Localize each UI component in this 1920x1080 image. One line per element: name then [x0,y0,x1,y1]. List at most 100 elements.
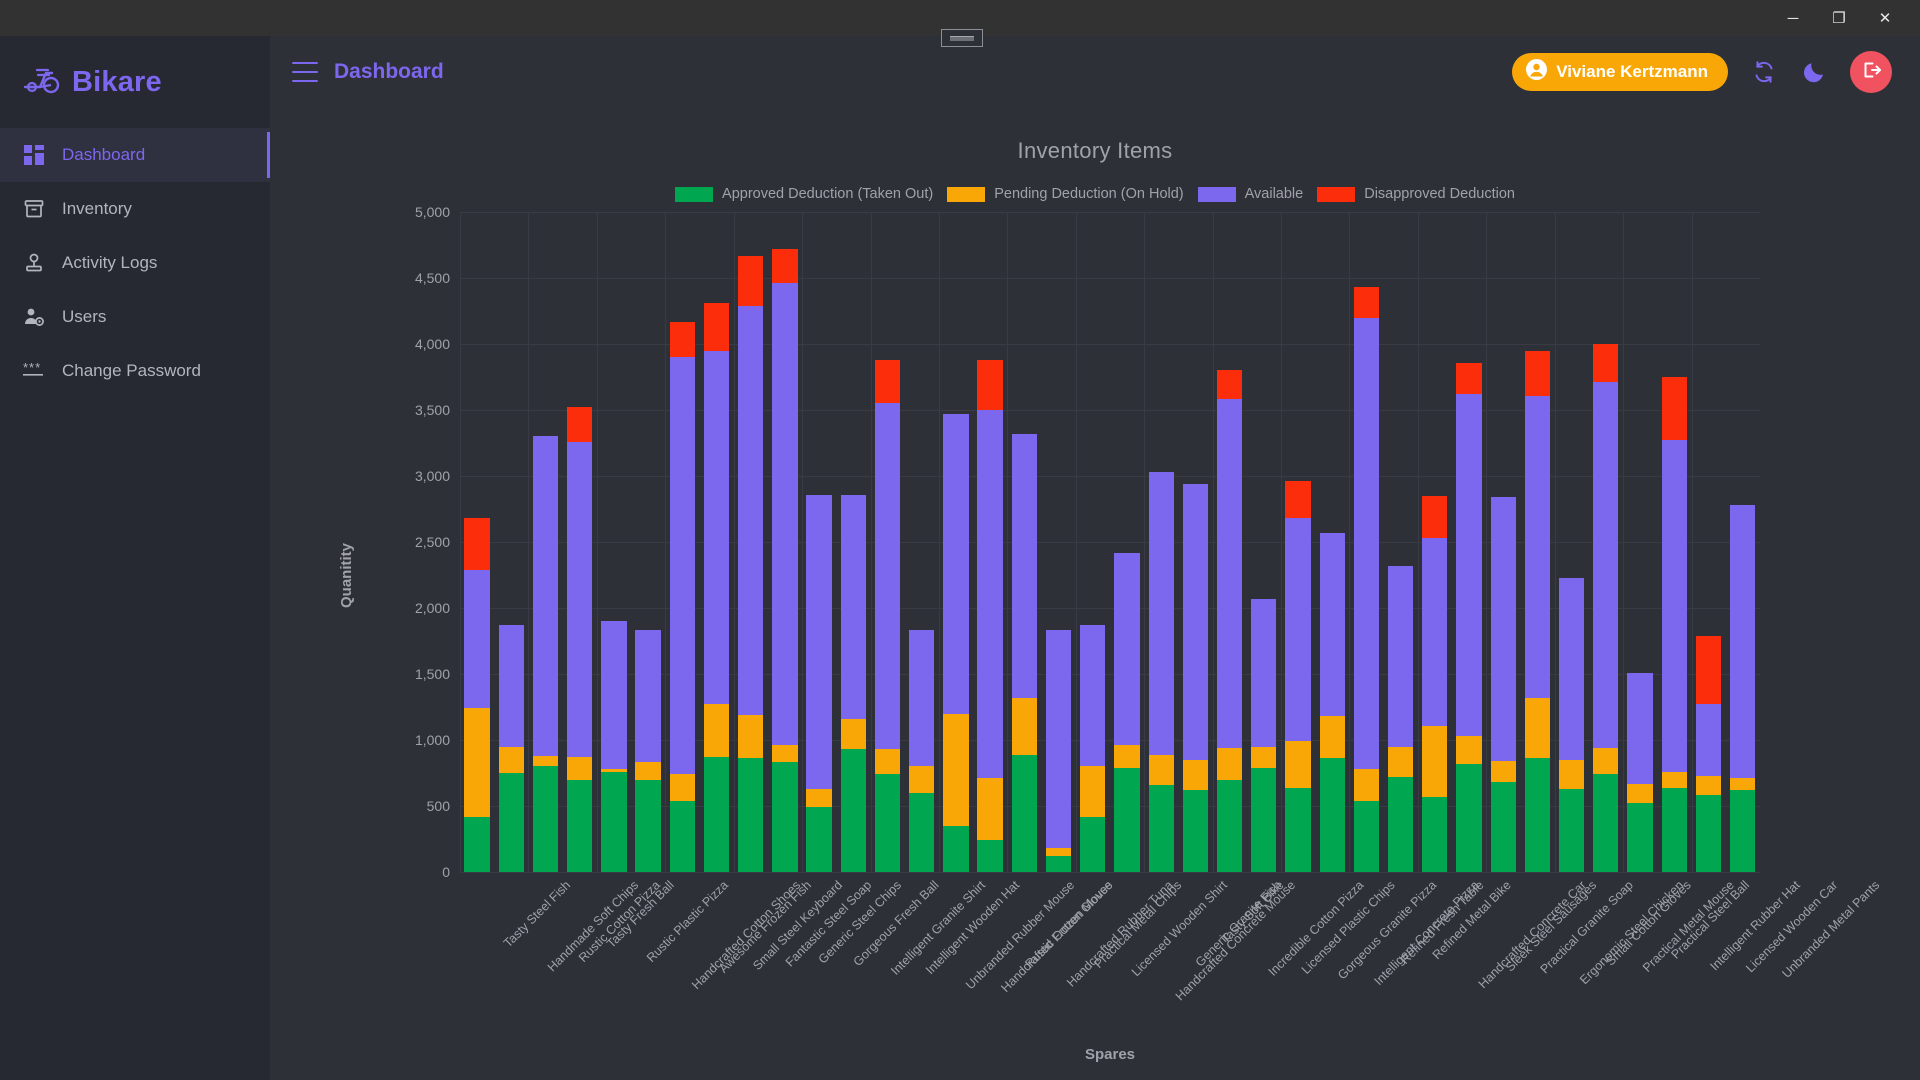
hamburger-icon[interactable] [292,62,318,82]
sidebar-item-inventory[interactable]: Inventory [0,182,270,236]
bar-segment-disapproved [1695,635,1722,705]
bar-segment-disapproved [567,407,593,442]
bar-stack[interactable] [1110,212,1144,872]
bar-segment-approved [1627,803,1653,872]
bar-segment-approved [567,779,593,872]
bar-stack[interactable] [836,212,870,872]
bar-stack[interactable] [939,212,973,872]
bar-segment-pending [1148,754,1174,785]
bar-segment-approved [806,807,832,872]
dashboard-grid-icon [22,143,46,167]
y-axis-tick-label: 5,000 [414,204,450,220]
bar-stack[interactable] [563,212,597,872]
y-axis-tick-label: 3,500 [414,402,450,418]
window-minimize-button[interactable]: ─ [1770,0,1816,36]
bar-segment-available [1080,625,1106,767]
refresh-icon[interactable] [1750,58,1778,86]
bar-segment-pending [1251,746,1277,768]
bar-segment-pending [977,778,1003,841]
sidebar-item-dashboard[interactable]: Dashboard [0,128,270,182]
bar-stack[interactable] [1691,212,1725,872]
bar-segment-approved [1216,779,1243,872]
bar-stack[interactable] [1520,212,1554,872]
logout-button[interactable] [1850,51,1892,93]
window-maximize-button[interactable]: ❐ [1816,0,1862,36]
bar-segment-disapproved [464,518,490,570]
bar-segment-approved [669,800,695,872]
moon-icon[interactable] [1800,58,1828,86]
sidebar-item-label: Change Password [62,361,201,380]
bar-stack[interactable] [494,212,528,872]
bar-segment-pending [943,713,969,826]
bar-segment-available [977,410,1003,779]
archive-box-icon [22,197,46,221]
bar-stack[interactable] [1726,212,1760,872]
bar-stack[interactable] [802,212,836,872]
bar-segment-pending [1729,778,1756,791]
bar-stack[interactable] [1144,212,1178,872]
y-axis-tick-label: 1,000 [414,732,450,748]
bar-stack[interactable] [1076,212,1110,872]
chart-panel: Inventory Items Approved Deduction (Take… [270,108,1920,1080]
bar-stack[interactable] [1418,212,1452,872]
bar-stack[interactable] [973,212,1007,872]
bar-segment-available [738,305,764,715]
bar-stack[interactable] [631,212,665,872]
bar-segment-pending [1114,745,1140,768]
window-close-button[interactable]: ✕ [1862,0,1908,36]
bar-segment-approved [1353,800,1380,872]
sidebar-item-change-password[interactable]: *** Change Password [0,344,270,398]
bar-segment-approved [1251,767,1277,872]
bar-stack[interactable] [1281,212,1315,872]
bar-stack[interactable] [1007,212,1041,872]
bar-stack[interactable] [1623,212,1657,872]
bar-segment-available [1524,395,1551,698]
bar-stack[interactable] [699,212,733,872]
bar-segment-pending [703,704,730,758]
bar-stack[interactable] [1555,212,1589,872]
bar-stack[interactable] [1178,212,1212,872]
bar-segment-pending [567,757,593,780]
user-chip-button[interactable]: Viviane Kertzmann [1512,53,1728,91]
bar-segment-available [874,403,901,750]
bar-stack[interactable] [1486,212,1520,872]
bar-series-container [460,212,1760,872]
bar-stack[interactable] [1315,212,1349,872]
bar-segment-available [1661,440,1687,772]
sidebar-item-label: Dashboard [62,145,146,164]
bar-segment-pending [909,766,935,793]
bar-segment-approved [977,840,1003,872]
bar-segment-approved [1729,790,1756,872]
sidebar-item-users[interactable]: Users [0,290,270,344]
bar-stack[interactable] [1212,212,1246,872]
sidebar-item-activity-logs[interactable]: Activity Logs [0,236,270,290]
scooter-icon [22,66,60,99]
bar-stack[interactable] [1657,212,1691,872]
bar-stack[interactable] [1349,212,1383,872]
bar-stack[interactable] [1452,212,1486,872]
bar-stack[interactable] [1247,212,1281,872]
bar-stack[interactable] [1589,212,1623,872]
y-axis-title: Quanitity [338,542,355,608]
bar-stack[interactable] [528,212,562,872]
bar-segment-available [1182,483,1209,760]
bar-segment-available [567,441,593,758]
bar-segment-available [1011,433,1038,698]
bar-stack[interactable] [665,212,699,872]
bar-segment-pending [532,755,559,767]
user-name-label: Viviane Kertzmann [1556,62,1708,81]
bar-stack[interactable] [1041,212,1075,872]
user-gear-icon [22,305,46,329]
bar-stack[interactable] [734,212,768,872]
bar-stack[interactable] [460,212,494,872]
bar-segment-available [703,350,730,705]
bar-segment-disapproved [1285,481,1311,519]
bar-stack[interactable] [905,212,939,872]
bar-segment-disapproved [772,248,798,284]
bar-stack[interactable] [768,212,802,872]
bar-stack[interactable] [597,212,631,872]
bar-stack[interactable] [870,212,904,872]
bar-segment-pending [1661,771,1687,788]
bar-segment-approved [635,779,661,872]
bar-stack[interactable] [1383,212,1417,872]
